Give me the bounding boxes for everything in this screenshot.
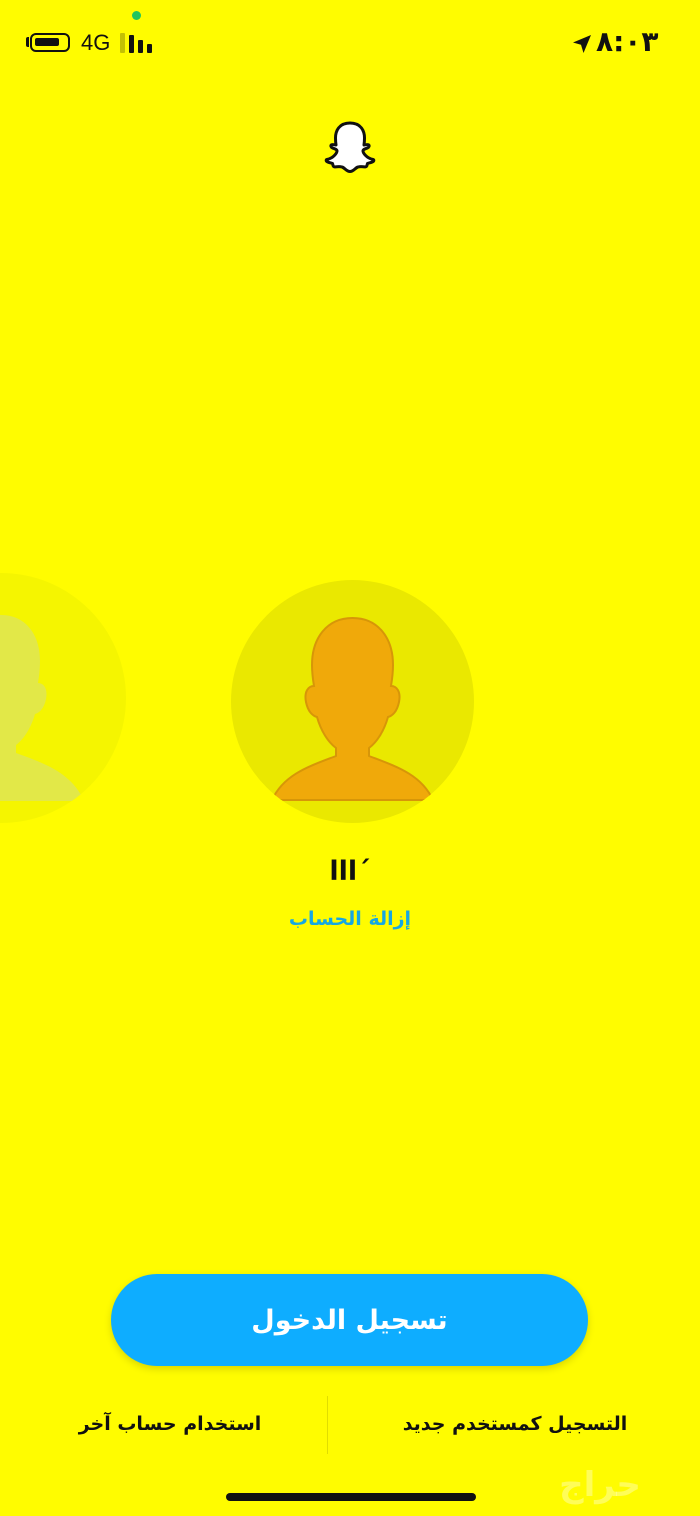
account-username: lll´ (329, 856, 371, 887)
battery-cap (26, 37, 29, 47)
remove-account-link[interactable]: إزالة الحساب (200, 904, 500, 934)
camera-indicator-dot (132, 11, 141, 20)
divider (327, 1396, 328, 1454)
network-type: 4G (81, 30, 111, 55)
location-arrow-icon (573, 35, 591, 53)
use-another-account-link[interactable]: استخدام حساب آخر (40, 1406, 300, 1442)
person-silhouette-icon (270, 616, 435, 801)
signup-new-user-link[interactable]: التسجيل كمستخدم جديد (370, 1406, 660, 1442)
status-time: ٨:٠٣ (596, 25, 659, 58)
status-bar: 4G ٨:٠٣ (0, 0, 700, 90)
battery-level (35, 38, 59, 46)
person-silhouette-icon (0, 615, 84, 801)
home-indicator[interactable] (226, 1493, 476, 1501)
account-avatar[interactable] (231, 580, 474, 823)
login-button[interactable]: تسجيل الدخول (111, 1274, 588, 1366)
login-screen: 4G ٨:٠٣ lll´ إزالة الحساب تسجيل الدخول ا… (0, 0, 700, 1516)
snapchat-ghost-icon (324, 121, 376, 173)
login-button-label: تسجيل الدخول (251, 1304, 448, 1336)
signal-icon (120, 33, 154, 53)
watermark: حراج (559, 1465, 641, 1505)
previous-account-avatar[interactable] (0, 573, 126, 823)
battery-icon (30, 33, 70, 52)
